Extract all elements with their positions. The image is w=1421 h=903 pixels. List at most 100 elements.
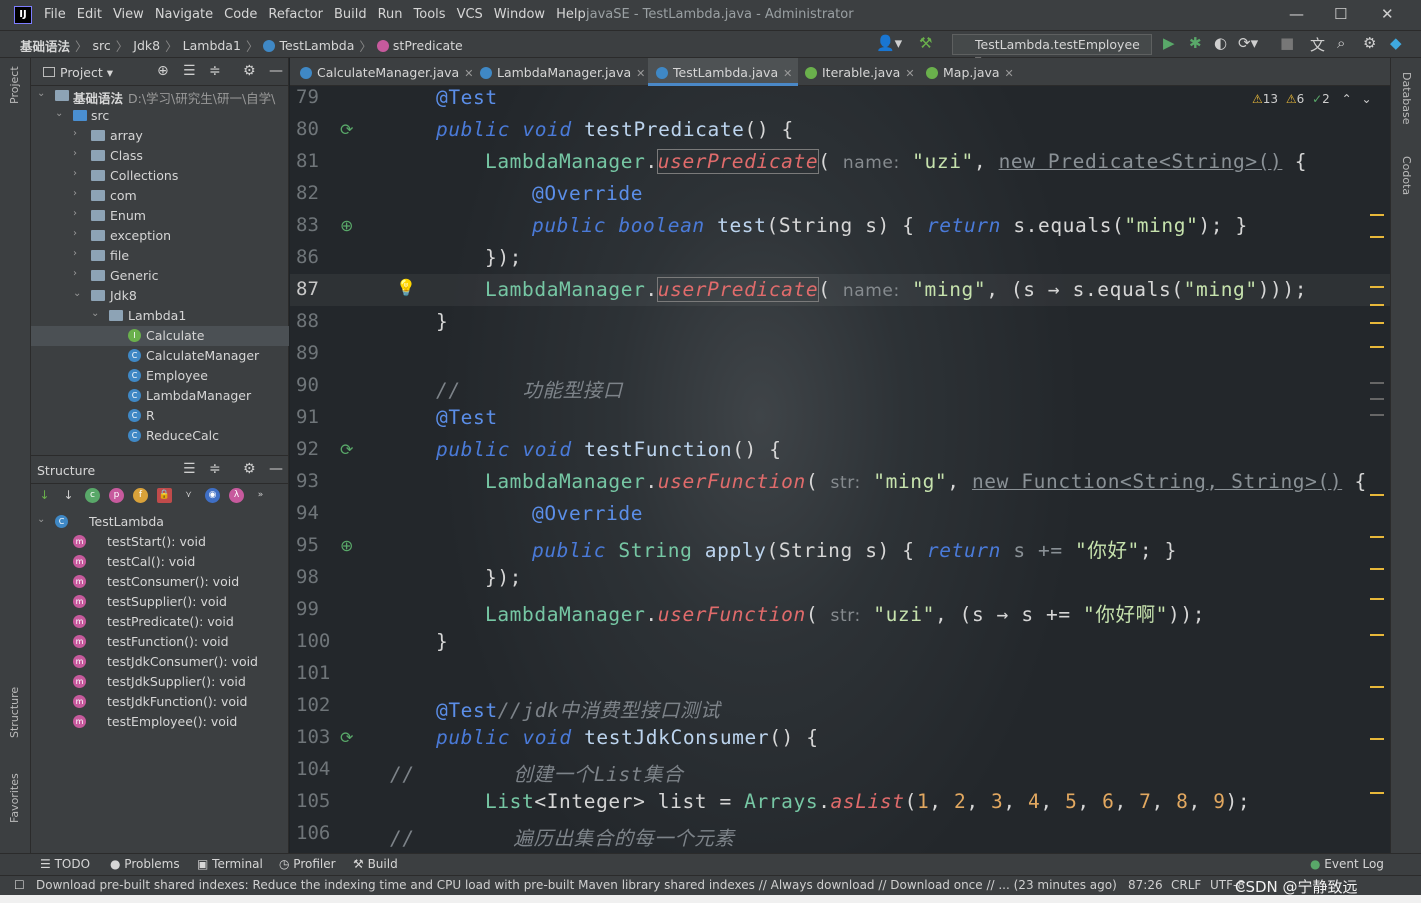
status-message[interactable]: Download pre-built shared indexes: Reduc… [36,878,1117,892]
build-button[interactable]: ⚒ Build [353,857,398,871]
menu-build[interactable]: Build [334,7,367,22]
terminal-button[interactable]: ▣ Terminal [197,857,263,871]
menu-tools[interactable]: Tools [414,7,446,22]
favorites-side-tab[interactable]: Favorites [8,773,21,823]
database-side-tab[interactable]: Database [1400,72,1413,125]
hide-icon[interactable]: — [269,63,283,79]
tree-item-src[interactable]: ⌄ src [31,106,289,126]
code-editor[interactable]: 79 80 81 82 83 86 87 88 89 90 91 92 93 9… [290,86,1390,853]
problems-button[interactable]: ● Problems [110,857,180,871]
structure-method[interactable]: m testCal(): void [31,552,289,572]
tab-calculatemanager[interactable]: CalculateManager.java ✕ [300,58,473,86]
plugin-icon[interactable]: ◆ [1390,34,1402,52]
inspection-widget[interactable]: ⚠13 ⚠6 ✓2 ⌃ ⌄ [1252,92,1372,106]
structure-method[interactable]: m testConsumer(): void [31,572,289,592]
translate-icon[interactable]: 文 [1310,34,1325,55]
tab-iterable[interactable]: Iterable.java ✕ [805,58,915,86]
event-log-button[interactable]: ● Event Log [1310,857,1384,871]
structure-method[interactable]: m testJdkFunction(): void [31,692,289,712]
expand-all-icon[interactable]: ☰ [183,63,196,79]
structure-method[interactable]: m testEmployee(): void [31,712,289,732]
show-properties-icon[interactable]: p [109,488,124,503]
close-tab-icon[interactable]: ✕ [1005,67,1014,80]
tree-item-class[interactable]: › Class [31,146,289,166]
run-test-gutter-icon[interactable]: ⟳ [340,728,353,747]
profile-icon[interactable]: ⟳▾ [1238,34,1258,52]
tree-item-calculate[interactable]: I Calculate [31,326,289,346]
anonymous-classes-icon[interactable]: ⋎ [181,488,196,503]
tree-item-reducecalc[interactable]: C ReduceCalc [31,426,289,446]
crumb-method[interactable]: stPredicate [393,38,463,53]
gear-icon[interactable]: ⚙ [243,461,256,477]
chevron-up-icon[interactable]: ⌃ [1342,92,1352,106]
todo-button[interactable]: ☰ TODO [40,857,90,871]
menu-file[interactable]: File [44,7,66,22]
tree-item-lambdamanager[interactable]: C LambdaManager [31,386,289,406]
structure-method[interactable]: m testStart(): void [31,532,289,552]
close-icon[interactable]: ✕ [1381,5,1394,23]
crumb-project[interactable]: 基础语法 [20,36,70,55]
crumb-jdk8[interactable]: Jdk8 [133,38,160,53]
coverage-icon[interactable]: ◐ [1214,34,1227,52]
menu-edit[interactable]: Edit [77,7,102,22]
locate-icon[interactable]: ⊕ [157,63,169,79]
structure-method[interactable]: m testFunction(): void [31,632,289,652]
menu-run[interactable]: Run [378,7,403,22]
error-stripe[interactable] [1364,86,1390,853]
structure-method[interactable]: m testJdkSupplier(): void [31,672,289,692]
menu-refactor[interactable]: Refactor [268,7,323,22]
tree-item-collections[interactable]: › Collections [31,166,289,186]
debug-icon[interactable]: ✱ [1189,34,1202,52]
menu-help[interactable]: Help [556,7,586,22]
structure-method[interactable]: m testJdkConsumer(): void [31,652,289,672]
run-test-gutter-icon[interactable]: ⟳ [340,120,353,139]
menu-vcs[interactable]: VCS [457,7,483,22]
implements-gutter-icon[interactable]: ⊕ [340,216,353,235]
structure-side-tab[interactable]: Structure [8,687,21,738]
stop-icon[interactable]: ■ [1280,34,1294,52]
close-tab-icon[interactable]: ✕ [783,67,792,80]
expand-all-icon[interactable]: ☰ [183,461,196,477]
maximize-icon[interactable]: ☐ [1334,5,1347,23]
lightbulb-icon[interactable]: 💡 [396,278,416,297]
run-test-gutter-icon[interactable]: ⟳ [340,440,353,459]
close-tab-icon[interactable]: ✕ [905,67,914,80]
close-tab-icon[interactable]: ✕ [636,67,645,80]
tree-item-enum[interactable]: › Enum [31,206,289,226]
crumb-lambda1[interactable]: Lambda1 [183,38,241,53]
sort-alpha-icon[interactable]: ↓ [61,488,76,503]
tree-item-file[interactable]: › file [31,246,289,266]
crumb-testlambda[interactable]: TestLambda [279,38,354,53]
menu-navigate[interactable]: Navigate [155,7,213,22]
show-inherited-icon[interactable]: c [85,488,100,503]
tab-testlambda[interactable]: TestLambda.java ✕ [648,58,799,86]
status-toggle-icon[interactable]: ☐ [14,878,25,892]
minimize-icon[interactable]: — [1289,5,1304,23]
menu-code[interactable]: Code [224,7,257,22]
tree-item-jdk8[interactable]: ⌄ Jdk8 [31,286,289,306]
more-icon[interactable]: » [253,488,268,503]
structure-method[interactable]: m testPredicate(): void [31,612,289,632]
project-view-select[interactable]: Project ▾ [43,65,113,80]
tree-item-calculatemanager[interactable]: C CalculateManager [31,346,289,366]
close-tab-icon[interactable]: ✕ [464,67,473,80]
user-icon[interactable]: 👤▾ [876,34,902,52]
tree-root[interactable]: ⌄ 基础语法 D:\学习\研究生\研一\自学\ [31,86,289,106]
search-icon[interactable]: ⌕ [1337,34,1345,52]
menu-window[interactable]: Window [494,7,545,22]
structure-class-node[interactable]: ⌄ C TestLambda [31,512,289,532]
run-configuration-select[interactable]: TestLambda.testEmployee ▾ [952,34,1152,67]
lambda-icon[interactable]: λ [229,488,244,503]
build-hammer-icon[interactable]: ⚒ [919,34,932,52]
show-lambdas-icon[interactable]: ◉ [205,488,220,503]
tab-lambdamanager[interactable]: LambdaManager.java ✕ [480,58,645,86]
profiler-button[interactable]: ◷ Profiler [279,857,336,871]
crumb-src[interactable]: src [93,38,111,53]
project-side-tab[interactable]: Project [8,66,21,104]
implements-gutter-icon[interactable]: ⊕ [340,536,353,555]
tree-item-employee[interactable]: C Employee [31,366,289,386]
show-nonpublic-icon[interactable]: 🔒 [157,488,172,503]
tree-item-array[interactable]: › array [31,126,289,146]
tab-map[interactable]: Map.java ✕ [926,58,1014,86]
collapse-all-icon[interactable]: ≑ [209,63,221,79]
